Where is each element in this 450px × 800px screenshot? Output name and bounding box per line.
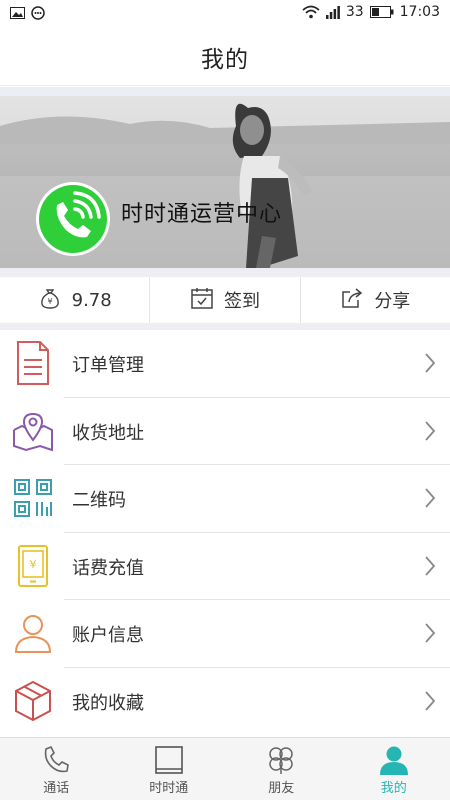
bottom-nav: 通话 时时通 朋友 我的	[0, 737, 450, 800]
menu-item-label: 我的收藏	[72, 692, 144, 714]
menu-item-recharge[interactable]: ¥ 话费充值	[0, 533, 450, 600]
nav-item-mine[interactable]: 我的	[338, 738, 450, 800]
section-gap	[0, 268, 450, 277]
menu-item-address[interactable]: 收货地址	[0, 398, 450, 465]
battery-icon	[369, 6, 394, 18]
menu-item-label: 二维码	[72, 490, 126, 511]
svg-text:¥: ¥	[30, 558, 37, 571]
person-icon	[379, 745, 409, 779]
nav-label: 我的	[380, 781, 407, 796]
chevron-right-icon	[424, 555, 436, 581]
share-icon	[340, 286, 364, 314]
share-button[interactable]: 分享	[301, 277, 450, 323]
menu-item-favorites[interactable]: 我的收藏	[0, 668, 450, 736]
checkin-button[interactable]: 签到	[150, 277, 301, 323]
wifi-icon	[302, 5, 320, 19]
phone-recharge-icon: ¥	[12, 543, 54, 589]
calendar-check-icon	[190, 286, 214, 314]
menu-list: 订单管理 收货地址 二维码 ¥ 话费充值 账户信息 我的收藏	[0, 330, 450, 735]
section-gap	[0, 87, 450, 96]
nav-label: 时时通	[149, 781, 189, 796]
message-notification-icon	[31, 6, 45, 20]
menu-item-qrcode[interactable]: 二维码	[0, 465, 450, 533]
user-account-icon	[12, 610, 54, 656]
balance-value: 9.78	[71, 289, 112, 311]
header: 我的	[0, 28, 450, 86]
chevron-right-icon	[424, 487, 436, 513]
stats-bar: ¥ 9.78 签到 分享	[0, 277, 450, 323]
status-bar: 33 17:03	[0, 0, 450, 28]
nav-item-shishitong[interactable]: 时时通	[113, 738, 226, 800]
favorite-box-icon	[12, 678, 54, 724]
qr-code-icon	[12, 475, 54, 521]
menu-item-label: 话费充值	[72, 557, 144, 579]
menu-item-account[interactable]: 账户信息	[0, 600, 450, 668]
nav-item-friends[interactable]: 朋友	[225, 738, 338, 800]
menu-item-label: 收货地址	[72, 422, 144, 444]
checkin-label: 签到	[223, 291, 260, 312]
nav-label: 朋友	[268, 781, 295, 796]
section-gap	[0, 323, 450, 330]
nav-item-calls[interactable]: 通话	[0, 738, 113, 800]
menu-item-label: 账户信息	[72, 625, 144, 646]
chevron-right-icon	[424, 622, 436, 648]
signal-text: 33	[345, 4, 364, 20]
profile-name: 时时通运营中心	[121, 202, 283, 227]
image-notification-icon	[10, 7, 25, 19]
svg-text:¥: ¥	[47, 297, 52, 306]
order-document-icon	[12, 340, 54, 386]
page-title: 我的	[201, 47, 249, 73]
menu-item-label: 订单管理	[72, 355, 144, 376]
chevron-right-icon	[424, 420, 436, 446]
menu-item-orders[interactable]: 订单管理	[0, 330, 450, 398]
share-label: 分享	[374, 291, 411, 312]
app-logo	[35, 181, 111, 257]
signal-icon	[325, 5, 340, 19]
chevron-right-icon	[424, 690, 436, 716]
map-location-icon	[12, 408, 54, 454]
phone-icon	[41, 745, 71, 779]
clock: 17:03	[399, 4, 440, 20]
balance-item[interactable]: ¥ 9.78	[0, 277, 151, 323]
chevron-right-icon	[424, 352, 436, 378]
square-app-icon	[154, 745, 184, 779]
nav-label: 通话	[43, 781, 70, 796]
clover-icon	[266, 745, 296, 779]
money-bag-icon: ¥	[38, 286, 62, 314]
